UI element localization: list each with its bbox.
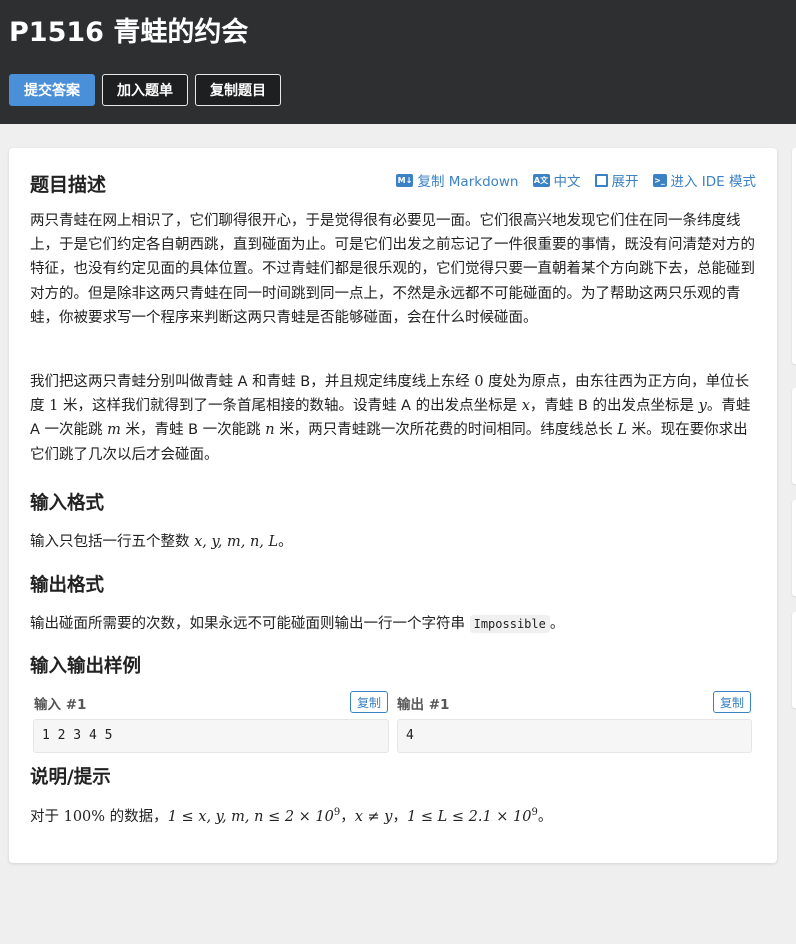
language-label: 中文 — [553, 174, 581, 190]
math-run: y — [698, 398, 707, 415]
description-paragraph-1: 两只青蛙在网上相识了，它们聊得很开心，于是觉得很有必要见一面。它们很高兴地发现它… — [30, 213, 755, 326]
math-run: 1 — [49, 398, 59, 415]
text-run: 我们把这两只青蛙分别叫做青蛙 A 和青蛙 B，并且规定纬度线上东经 — [30, 374, 475, 390]
language-link[interactable]: A文 中文 — [532, 170, 581, 190]
sample-output-box[interactable]: 4 — [397, 719, 752, 753]
sample-input-box[interactable]: 1 2 3 4 5 — [33, 719, 389, 753]
submit-answer-button[interactable]: 提交答案 — [9, 74, 95, 106]
terminal-icon: >_ — [652, 173, 667, 187]
math-run: L — [617, 422, 627, 439]
text-run: 输入只包括一行五个整数 — [30, 534, 195, 550]
math-run: m — [107, 422, 121, 439]
math-run: n — [265, 422, 275, 439]
copy-input-button[interactable]: 复制 — [350, 691, 388, 713]
text-run: 。 — [537, 808, 553, 825]
text-run: ，青蛙 B 的出发点坐标是 — [529, 398, 699, 415]
expand-link[interactable]: 展开 — [594, 170, 639, 190]
inline-code: Impossible — [469, 615, 550, 633]
sample-output-label: 输出 #1 — [397, 697, 450, 713]
text-run: ， — [340, 808, 355, 825]
description-paragraph-2: 我们把这两只青蛙分别叫做青蛙 A 和青蛙 B，并且规定纬度线上东经 0 度处为原… — [30, 370, 756, 467]
expand-icon — [594, 173, 608, 187]
side-panel-edge — [792, 388, 796, 484]
math-run: x, y, m, n, L — [194, 534, 279, 550]
text-run: 米，这样我们就得到了一条首尾相接的数轴。设青蛙 A 的出发点坐标是 — [58, 398, 522, 415]
math-run: x — [521, 398, 530, 415]
math-run: 100% — [63, 808, 106, 825]
math-run: x ≠ y — [354, 808, 393, 825]
side-panel-edge — [792, 612, 796, 708]
text-run: 的数据， — [105, 808, 168, 825]
samples-heading: 输入输出样例 — [30, 656, 142, 677]
math-run: 0 — [474, 374, 484, 390]
markdown-icon: M↓ — [396, 173, 414, 187]
text-run: 。 — [278, 534, 293, 550]
input-format-text: 输入只包括一行五个整数 x, y, m, n, L。 — [30, 530, 756, 554]
input-format-heading: 输入格式 — [30, 493, 105, 514]
problem-card: 题目描述 M↓ 复制 Markdown A文 中文 展开 >_ 进入 IDE 模… — [9, 148, 777, 863]
text-run: 米，青蛙 B 一次能跳 — [120, 422, 266, 439]
hint-text: 对于 100% 的数据，1 ≤ x, y, m, n ≤ 2 × 109，x ≠… — [30, 801, 756, 829]
side-panel-edge — [792, 148, 796, 364]
copy-problem-button[interactable]: 复制题目 — [195, 74, 281, 106]
ide-mode-link[interactable]: >_ 进入 IDE 模式 — [652, 170, 757, 190]
copy-markdown-label: 复制 Markdown — [417, 174, 519, 190]
ide-mode-label: 进入 IDE 模式 — [670, 174, 757, 190]
side-panel-edge — [792, 500, 796, 596]
page-title: P1516 青蛙的约会 — [9, 17, 249, 48]
problem-toolbar: M↓ 复制 Markdown A文 中文 展开 >_ 进入 IDE 模式 — [396, 170, 756, 190]
copy-markdown-link[interactable]: M↓ 复制 Markdown — [396, 170, 519, 190]
problem-header: P1516 青蛙的约会 提交答案 加入题单 复制题目 — [0, 0, 796, 124]
hint-heading: 说明/提示 — [30, 767, 111, 788]
text-run: 输出碰面所需要的次数，如果永远不可能碰面则输出一行一个字符串 — [30, 616, 470, 632]
expand-label: 展开 — [611, 174, 639, 190]
math-run: 1 ≤ x, y, m, n ≤ 2 × 10 — [167, 808, 334, 825]
output-format-text: 输出碰面所需要的次数，如果永远不可能碰面则输出一行一个字符串 Impossibl… — [30, 612, 756, 636]
text-run: 对于 — [30, 808, 64, 825]
copy-output-button[interactable]: 复制 — [713, 691, 751, 713]
add-to-list-button[interactable]: 加入题单 — [102, 74, 188, 106]
text-run: 米，两只青蛙跳一次所花费的时间相同。纬度线总长 — [274, 422, 618, 439]
output-format-heading: 输出格式 — [30, 575, 105, 596]
language-icon: A文 — [532, 173, 550, 187]
math-run: 1 ≤ L ≤ 2.1 × 10 — [407, 808, 532, 825]
text-run: ， — [392, 808, 408, 825]
text-run: 。 — [549, 616, 565, 632]
description-heading: 题目描述 — [30, 174, 107, 196]
sample-input-label: 输入 #1 — [34, 697, 87, 713]
